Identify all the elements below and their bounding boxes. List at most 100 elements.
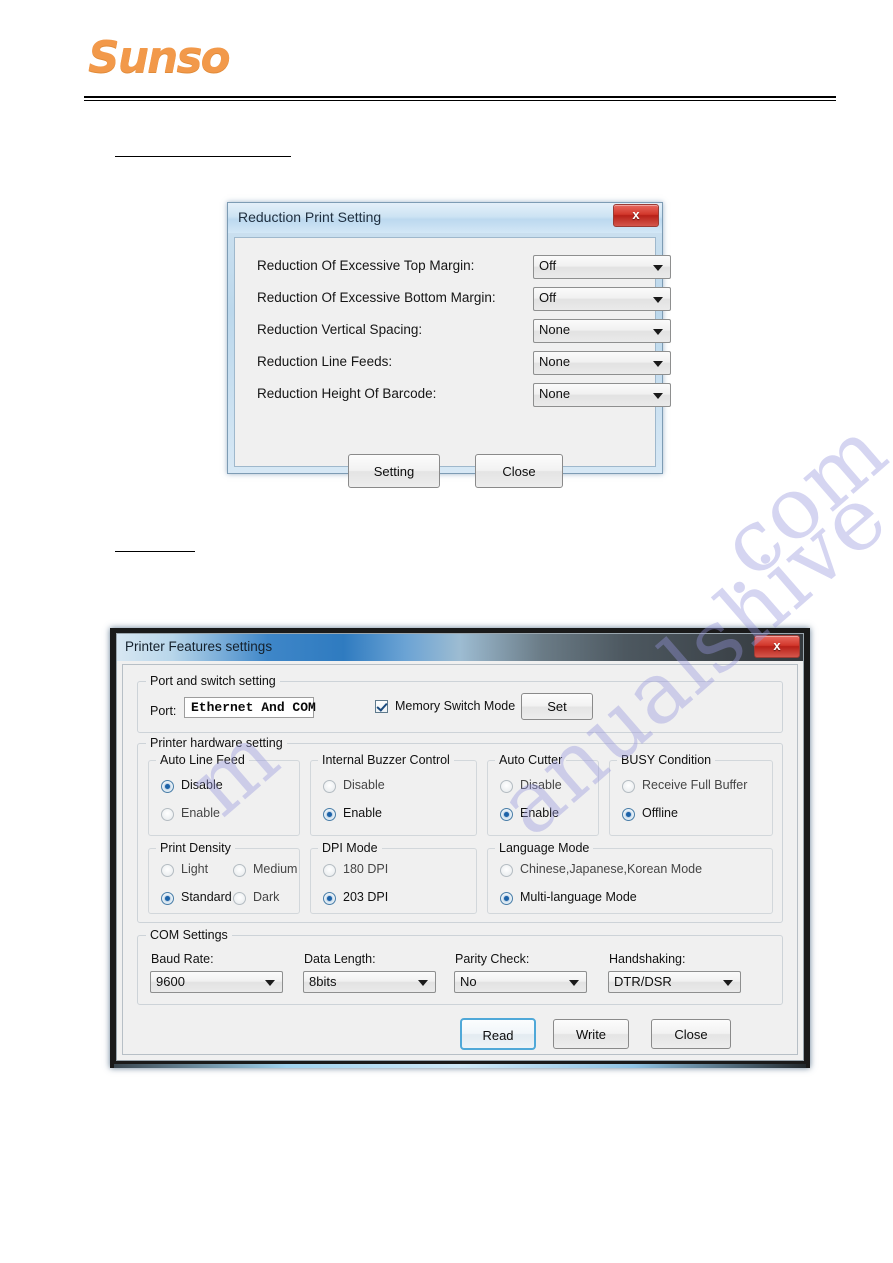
reduction-label-line-feeds: Reduction Line Feeds:: [257, 354, 393, 369]
checkmark-icon[interactable]: [375, 700, 388, 713]
chevron-down-icon: [653, 361, 663, 367]
com-settings-title: COM Settings: [146, 928, 232, 942]
handshaking-combo[interactable]: DTR/DSR: [608, 971, 741, 993]
reduction-label-vertical-spacing: Reduction Vertical Spacing:: [257, 322, 423, 337]
radio-icon[interactable]: [161, 864, 174, 877]
reduction-label-barcode-height: Reduction Height Of Barcode:: [257, 386, 437, 401]
section-heading-features: [115, 535, 195, 552]
chevron-down-icon: [653, 297, 663, 303]
data-length-value: 8bits: [309, 974, 337, 989]
reduction-row-line-feeds: Reduction Line Feeds: None: [257, 351, 671, 376]
radio-label: Dark: [253, 890, 280, 904]
radio-icon[interactable]: [622, 780, 635, 793]
reduction-combo-line-feeds[interactable]: None: [533, 351, 671, 375]
radio-icon[interactable]: [500, 808, 513, 821]
parity-check-value: No: [460, 974, 477, 989]
radio-icon[interactable]: [500, 864, 513, 877]
radio-label: Disable: [520, 778, 562, 792]
radio-label: 180 DPI: [343, 862, 389, 876]
reduction-dialog-titlebar[interactable]: Reduction Print Setting x: [228, 203, 662, 233]
radio-label: Multi-language Mode: [520, 890, 637, 904]
sunso-logo: Sunso: [88, 32, 231, 83]
port-label: Port:: [150, 704, 177, 718]
reduction-row-vertical-spacing: Reduction Vertical Spacing: None: [257, 319, 671, 344]
close-button[interactable]: Close: [475, 454, 563, 488]
auto-cutter-title: Auto Cutter: [495, 753, 567, 767]
reduction-print-setting-dialog: Reduction Print Setting x Reduction Of E…: [227, 202, 671, 488]
printer-hardware-setting-group: Printer hardware setting Auto Line Feed …: [137, 736, 783, 923]
port-value-field[interactable]: Ethernet And COM: [184, 697, 316, 718]
radio-label: Medium: [253, 862, 298, 876]
write-button[interactable]: Write: [553, 1019, 629, 1049]
reduction-row-barcode-height: Reduction Height Of Barcode: None: [257, 383, 671, 408]
reduction-label-top-margin: Reduction Of Excessive Top Margin:: [257, 258, 475, 273]
radio-icon[interactable]: [622, 808, 635, 821]
reduction-combo-bottom-margin[interactable]: Off: [533, 287, 671, 311]
chevron-down-icon: [265, 980, 275, 986]
radio-label: 203 DPI: [343, 890, 389, 904]
parity-check-combo[interactable]: No: [454, 971, 587, 993]
read-button[interactable]: Read: [460, 1018, 536, 1050]
close-button[interactable]: Close: [651, 1019, 731, 1049]
radio-icon[interactable]: [233, 864, 246, 877]
close-icon[interactable]: x: [613, 204, 659, 227]
reduction-combo-top-margin-value: Off: [539, 258, 557, 273]
radio-label: Disable: [343, 778, 385, 792]
radio-label: Enable: [181, 806, 220, 820]
setting-button[interactable]: Setting: [348, 454, 440, 488]
port-group-title: Port and switch setting: [146, 674, 280, 688]
memory-switch-mode-label: Memory Switch Mode: [395, 699, 516, 713]
radio-icon[interactable]: [500, 892, 513, 905]
print-density-group: Print Density Light Medium Standard Dark: [148, 841, 300, 914]
reduction-dialog-title: Reduction Print Setting: [238, 209, 382, 225]
chevron-down-icon: [418, 980, 428, 986]
auto-cutter-group: Auto Cutter Disable Enable: [487, 753, 599, 836]
com-settings-group: COM Settings Baud Rate: 9600 Data Length…: [137, 928, 783, 1005]
radio-icon[interactable]: [500, 780, 513, 793]
reduction-combo-barcode-height-value: None: [539, 386, 571, 401]
radio-icon[interactable]: [161, 892, 174, 905]
reduction-combo-line-feeds-value: None: [539, 354, 571, 369]
printer-features-settings-window-frame: Printer Features settings x Port and swi…: [110, 628, 810, 1068]
port-and-switch-setting-group: Port and switch setting Port: Ethernet A…: [137, 674, 783, 733]
busy-condition-group: BUSY Condition Receive Full Buffer Offli…: [609, 753, 773, 836]
close-icon[interactable]: x: [754, 635, 800, 658]
radio-icon[interactable]: [323, 808, 336, 821]
features-dialog-titlebar[interactable]: Printer Features settings x: [117, 634, 803, 661]
radio-label: Enable: [520, 806, 559, 820]
reduction-combo-vertical-spacing[interactable]: None: [533, 319, 671, 343]
internal-buzzer-control-group: Internal Buzzer Control Disable Enable: [310, 753, 477, 836]
chevron-down-icon: [569, 980, 579, 986]
handshaking-value: DTR/DSR: [614, 974, 672, 989]
dpi-mode-title: DPI Mode: [318, 841, 382, 855]
reduction-combo-barcode-height[interactable]: None: [533, 383, 671, 407]
printer-features-settings-dialog: Printer Features settings x Port and swi…: [116, 633, 804, 1061]
radio-icon[interactable]: [323, 892, 336, 905]
busy-condition-title: BUSY Condition: [617, 753, 716, 767]
radio-label: Receive Full Buffer: [642, 778, 748, 792]
baud-rate-value: 9600: [156, 974, 185, 989]
auto-line-feed-group: Auto Line Feed Disable Enable: [148, 753, 300, 836]
radio-label: Offline: [642, 806, 678, 820]
internal-buzzer-control-title: Internal Buzzer Control: [318, 753, 454, 767]
language-mode-group: Language Mode Chinese,Japanese,Korean Mo…: [487, 841, 773, 914]
radio-icon[interactable]: [323, 780, 336, 793]
radio-label: Disable: [181, 778, 223, 792]
radio-icon[interactable]: [161, 808, 174, 821]
reduction-combo-bottom-margin-value: Off: [539, 290, 557, 305]
baud-rate-combo[interactable]: 9600: [150, 971, 283, 993]
data-length-combo[interactable]: 8bits: [303, 971, 436, 993]
radio-icon[interactable]: [323, 864, 336, 877]
auto-line-feed-title: Auto Line Feed: [156, 753, 249, 767]
reduction-row-bottom-margin: Reduction Of Excessive Bottom Margin: Of…: [257, 287, 671, 312]
set-button[interactable]: Set: [521, 693, 593, 720]
chevron-down-icon: [723, 980, 733, 986]
radio-icon[interactable]: [233, 892, 246, 905]
reduction-combo-top-margin[interactable]: Off: [533, 255, 671, 279]
reduction-dialog-body: Reduction Of Excessive Top Margin: Off R…: [234, 237, 671, 488]
data-length-label: Data Length:: [304, 952, 376, 966]
hardware-group-title: Printer hardware setting: [146, 736, 287, 750]
radio-icon[interactable]: [161, 780, 174, 793]
parity-check-label: Parity Check:: [455, 952, 530, 966]
radio-label: Enable: [343, 806, 382, 820]
